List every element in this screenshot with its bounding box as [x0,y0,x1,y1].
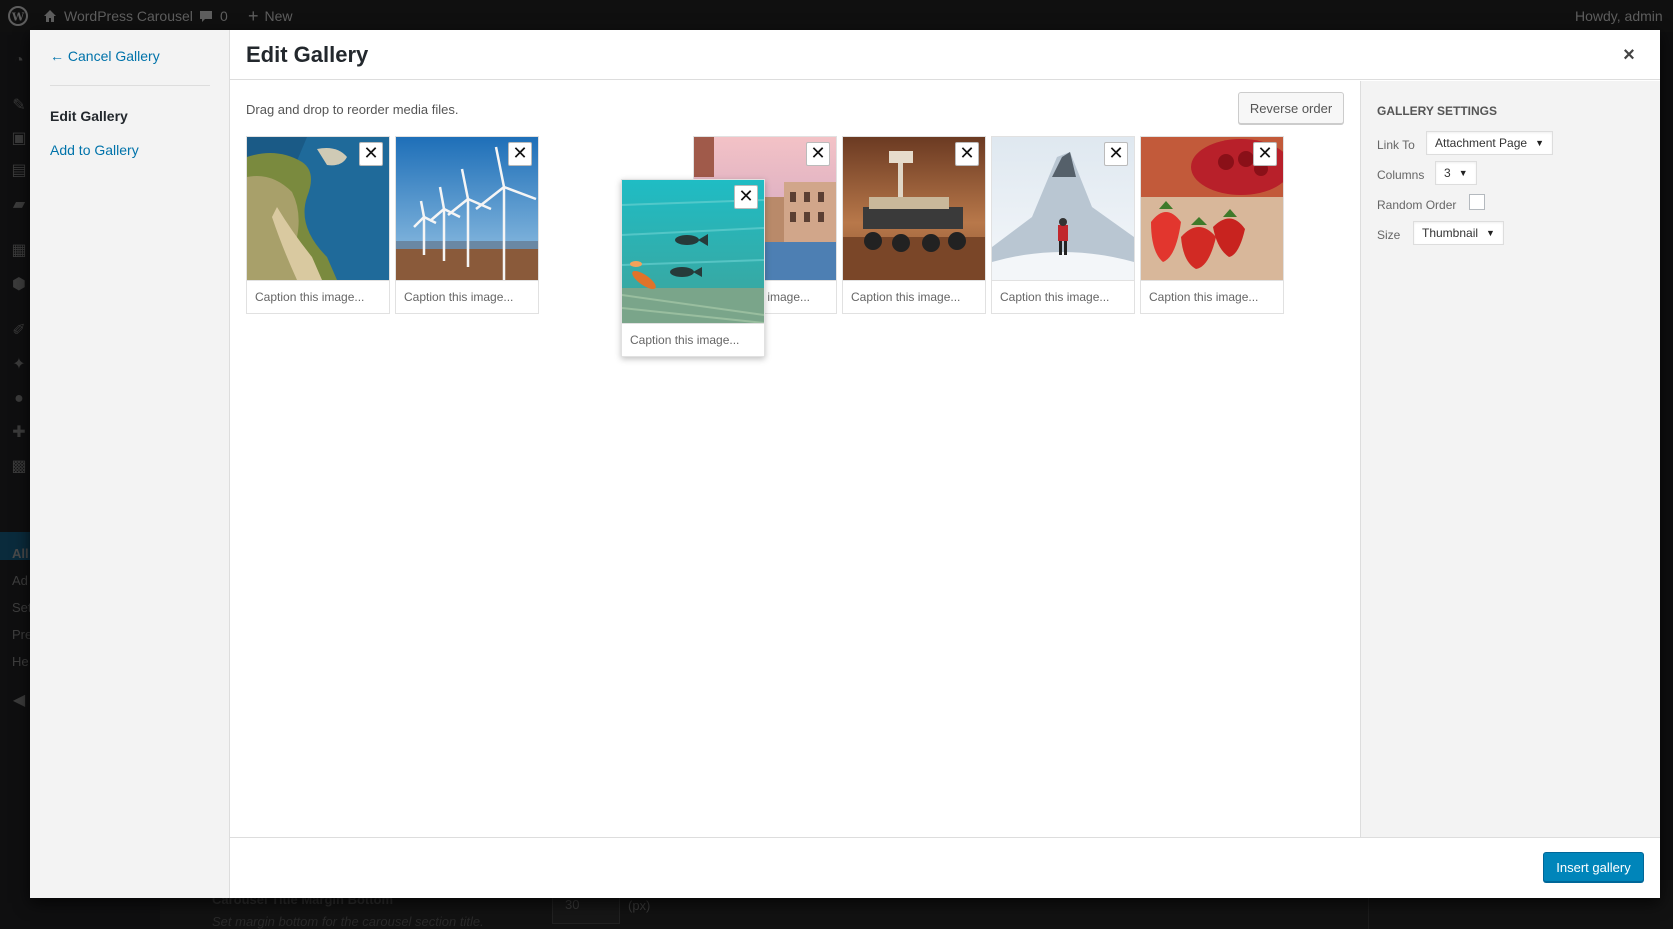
submenu-item-add[interactable]: Ad [12,573,28,588]
modal-toolbar: Insert gallery [230,837,1660,898]
remove-icon[interactable]: ✕ [734,185,758,209]
caption-field[interactable]: Caption this image... [622,323,764,356]
instructions-text: Drag and drop to reorder media files. [246,102,459,117]
size-value: Thumbnail [1422,226,1479,240]
caption-field[interactable]: Caption this image... [247,280,389,313]
comment-icon [200,11,212,22]
remove-icon[interactable]: ✕ [359,142,383,166]
random-order-label: Random Order [1377,198,1457,212]
close-icon[interactable]: × [1616,42,1642,68]
gallery-item[interactable]: Caption this image... ✕ [246,136,390,314]
size-select[interactable]: Thumbnail ▼ [1413,221,1504,245]
columns-value: 3 [1444,166,1451,180]
field-description: Set margin bottom for the carousel secti… [212,914,484,929]
remove-icon[interactable]: ✕ [508,142,532,166]
tools-icon[interactable]: ✚ [10,424,28,442]
caption-field[interactable]: Caption this image... [992,280,1134,313]
admin-bar: W WordPress Carousel 0 + New Howdy, admi… [0,0,1673,32]
comments-count: 0 [220,8,228,24]
menu-separator [50,85,210,86]
appearance-icon[interactable]: ▦ [10,242,28,260]
brush-icon[interactable]: ✐ [10,322,28,340]
dropdown-arrow-icon: ▼ [1458,168,1468,178]
comments-icon[interactable]: ▰ [10,196,28,214]
media-modal: ← Cancel Gallery Edit Gallery Add to Gal… [30,30,1660,898]
columns-select[interactable]: 3 ▼ [1435,161,1477,185]
columns-label: Columns [1377,168,1425,182]
insert-gallery-button[interactable]: Insert gallery [1543,852,1644,882]
menu-item-add-to-gallery[interactable]: Add to Gallery [50,142,139,158]
media-menu: ← Cancel Gallery Edit Gallery Add to Gal… [30,30,230,898]
submenu-item-help[interactable]: He [12,654,29,669]
submenu-item-settings[interactable]: Set [12,600,32,615]
gallery-settings-sidebar: Gallery Settings Link To Attachment Page… [1360,81,1660,837]
media-icon[interactable]: ▣ [10,130,28,148]
gallery-item-dragging[interactable]: Caption this image... ✕ [621,179,765,357]
plugins-icon[interactable]: ✦ [10,356,28,374]
plus-icon: + [248,5,259,26]
wordpress-logo-icon[interactable]: W [8,0,28,32]
link-to-select[interactable]: Attachment Page ▼ [1426,131,1553,155]
caption-field[interactable]: Caption this image... [1141,280,1283,313]
users-icon[interactable]: ● [10,390,28,408]
remove-icon[interactable]: ✕ [955,142,979,166]
gallery-item[interactable]: Caption this image... ✕ [395,136,539,314]
size-label: Size [1377,228,1401,242]
site-name: WordPress Carousel [64,8,193,24]
collapse-menu-icon[interactable]: ◀ [10,692,28,710]
pages-icon[interactable]: ▤ [10,162,28,180]
gallery-item[interactable]: Caption this image... ✕ [842,136,986,314]
caption-text: s image... [758,290,811,304]
unit-label: (px) [628,898,651,913]
remove-icon[interactable]: ✕ [806,142,830,166]
pin-icon[interactable]: ✎ [10,97,28,115]
modal-title-bar: Edit Gallery [230,30,1660,80]
admin-bar-account[interactable]: Howdy, admin [1575,0,1663,32]
admin-bar-site-link[interactable]: WordPress Carousel [42,0,193,32]
reverse-order-button[interactable]: Reverse order [1238,92,1344,124]
home-icon [44,10,56,22]
remove-icon[interactable]: ✕ [1253,142,1277,166]
plugins-box-icon[interactable]: ⬢ [10,276,28,294]
admin-bar-comments[interactable]: 0 [198,0,228,32]
dropdown-arrow-icon: ▼ [1535,138,1544,148]
dropdown-arrow-icon: ▼ [1486,228,1495,238]
menu-item-edit-gallery[interactable]: Edit Gallery [50,108,128,124]
remove-icon[interactable]: ✕ [1104,142,1128,166]
gallery-item[interactable]: Caption this image... ✕ [1140,136,1284,314]
new-label: New [264,8,293,24]
svg-text:W: W [11,11,25,24]
admin-bar-new[interactable]: + New [248,0,293,32]
caption-field[interactable]: Caption this image... [396,280,538,313]
dashboard-icon[interactable]: ◔ [10,52,28,70]
link-to-label: Link To [1377,138,1415,152]
submenu-item-all[interactable]: All [12,546,29,561]
settings-icon[interactable]: ▩ [10,458,28,476]
cancel-gallery-link[interactable]: ← Cancel Gallery [50,48,160,64]
modal-title: Edit Gallery [246,42,369,67]
gallery-settings-heading: Gallery Settings [1377,104,1498,118]
howdy-text: Howdy, admin [1575,8,1663,24]
random-order-checkbox[interactable] [1469,194,1485,210]
link-to-value: Attachment Page [1435,136,1528,150]
gallery-content: Drag and drop to reorder media files. Re… [230,81,1360,837]
gallery-item[interactable]: Caption this image... ✕ [991,136,1135,314]
caption-field[interactable]: Caption this image... [843,280,985,313]
